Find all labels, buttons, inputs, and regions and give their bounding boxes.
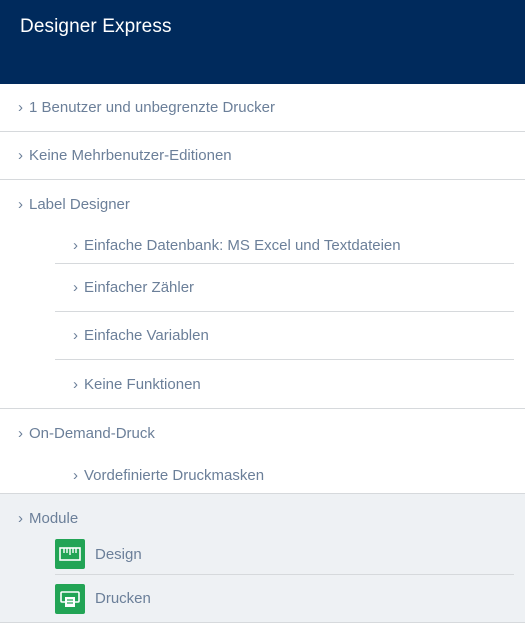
page-title: Designer Express (20, 16, 172, 37)
feature-label: Einfacher Zähler (84, 279, 195, 296)
feature-item: › Einfacher Zähler (55, 264, 514, 312)
section-label: Module (29, 509, 79, 527)
feature-item: › Vordefinierte Druckmasken (55, 457, 514, 493)
section-heading: › Label Designer (0, 180, 525, 228)
module-print[interactable]: Drucken (55, 575, 514, 622)
module-design[interactable]: Design (55, 534, 514, 575)
feature-item: › Einfache Datenbank: MS Excel und Textd… (55, 228, 514, 264)
header: Designer Express (0, 0, 525, 84)
list-item-label: Keine Mehrbenutzer-Editionen (29, 147, 232, 164)
design-module-icon (55, 539, 85, 569)
feature-item: › Einfache Variablen (55, 312, 514, 360)
chevron-right-icon: › (73, 237, 78, 254)
section-modules: › Module Design Drucken (0, 494, 525, 623)
chevron-right-icon: › (18, 99, 23, 116)
list-item-multiuser: › Keine Mehrbenutzer-Editionen (0, 132, 525, 180)
chevron-right-icon: › (18, 424, 23, 442)
module-label: Design (95, 545, 142, 563)
section-label-designer: › Label Designer › Einfache Datenbank: M… (0, 180, 525, 409)
feature-label: Einfache Variablen (84, 327, 209, 344)
chevron-right-icon: › (73, 279, 78, 296)
chevron-right-icon: › (18, 509, 23, 527)
feature-list: › Vordefinierte Druckmasken (0, 457, 525, 493)
chevron-right-icon: › (18, 147, 23, 164)
chevron-right-icon: › (73, 327, 78, 344)
chevron-right-icon: › (18, 195, 23, 213)
list-item-label: 1 Benutzer und unbegrenzte Drucker (29, 99, 275, 116)
chevron-right-icon: › (73, 375, 78, 393)
feature-label: Einfache Datenbank: MS Excel und Textdat… (84, 237, 401, 254)
list-item-users-printers: › 1 Benutzer und unbegrenzte Drucker (0, 84, 525, 132)
section-heading: › On-Demand-Druck (0, 409, 525, 457)
section-label: Label Designer (29, 195, 130, 213)
chevron-right-icon: › (73, 466, 78, 484)
section-label: On-Demand-Druck (29, 424, 155, 442)
print-module-icon (55, 583, 85, 614)
feature-label: Keine Funktionen (84, 375, 201, 393)
section-on-demand: › On-Demand-Druck › Vordefinierte Druckm… (0, 409, 525, 494)
feature-label: Vordefinierte Druckmasken (84, 466, 265, 484)
feature-item: › Keine Funktionen (55, 360, 514, 408)
feature-list: › Einfache Datenbank: MS Excel und Textd… (0, 228, 525, 408)
module-label: Drucken (95, 590, 151, 607)
